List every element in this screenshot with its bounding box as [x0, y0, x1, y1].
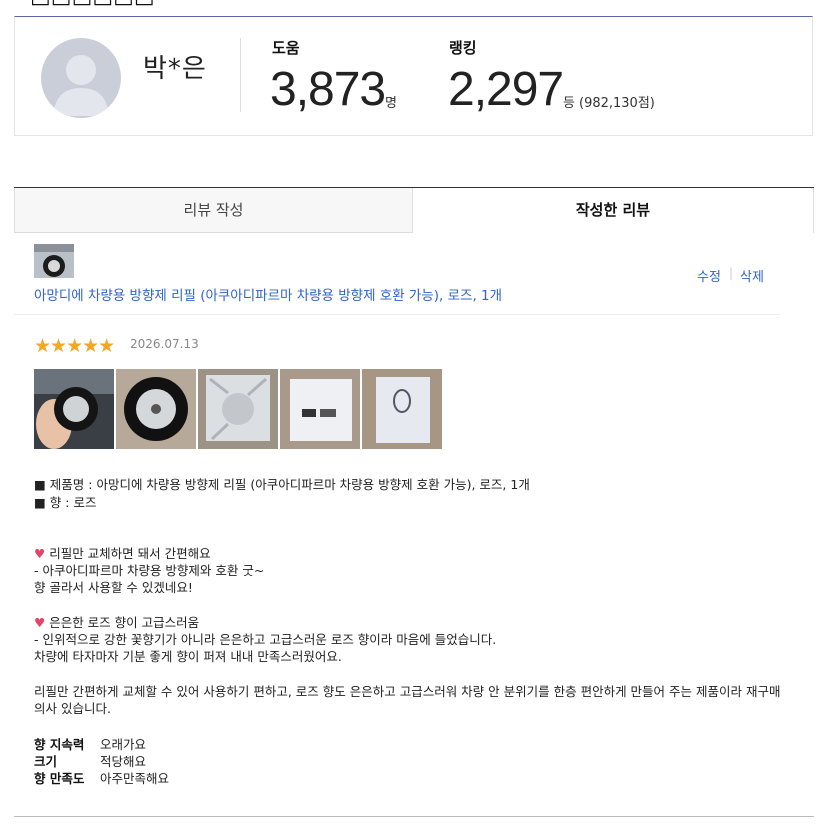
- delete-button[interactable]: 삭제: [740, 266, 764, 285]
- review-photo[interactable]: [116, 369, 196, 449]
- reviewer-name: 박*은: [143, 54, 207, 84]
- rank-unit: 등: [563, 96, 575, 111]
- rank-label: 랭킹: [449, 39, 477, 57]
- review-photo[interactable]: [362, 369, 442, 449]
- review-photo[interactable]: [280, 369, 360, 449]
- attribute-value: 아주만족해요: [100, 771, 170, 786]
- review-photo[interactable]: [34, 369, 114, 449]
- review-text-line: 리필만 간편하게 교체할 수 있어 사용하기 편하고, 로즈 향도 은은하고 고…: [34, 684, 781, 699]
- review-header-divider: [14, 314, 780, 315]
- avatar: [41, 38, 121, 118]
- heart-icon: ♥: [34, 615, 46, 630]
- user-silhouette-icon: [53, 55, 109, 116]
- attribute-key: 향 만족도: [34, 771, 85, 786]
- profile-divider: [240, 38, 241, 112]
- help-unit: 명: [385, 96, 397, 111]
- product-title-link[interactable]: 아망디에 차량용 방향제 리필 (아쿠아디파르마 차량용 방향제 호환 가능),…: [34, 284, 502, 304]
- review-text-line: 차량에 타자마자 기분 좋게 향이 퍼져 내내 만족스러웠어요.: [34, 649, 342, 664]
- tab-write-review[interactable]: 리뷰 작성: [14, 188, 413, 233]
- review-tabs: 리뷰 작성 작성한 리뷰: [14, 187, 814, 234]
- review-text-line: 의사 있습니다.: [34, 701, 111, 716]
- review-text-line: ■ 향 : 로즈: [34, 495, 97, 510]
- tab-written-reviews[interactable]: 작성한 리뷰: [413, 188, 814, 233]
- heart-icon: ♥: [34, 546, 46, 561]
- review-text-line: ■ 제품명 : 아망디에 차량용 방향제 리필 (아쿠아디파르마 차량용 방향제…: [34, 477, 530, 492]
- help-label: 도움: [272, 39, 300, 57]
- page-heading-cut: ▭▭▭▭▭▭: [30, 0, 155, 13]
- help-count: 3,873: [270, 63, 386, 116]
- star-rating-icon: ★★★★★: [34, 335, 115, 357]
- profile-card: [14, 16, 813, 136]
- review-bottom-divider: [14, 816, 814, 817]
- rank-points: (982,130점): [579, 96, 655, 111]
- edit-button[interactable]: 수정: [697, 266, 721, 285]
- review-photo[interactable]: [198, 369, 278, 449]
- review-date: 2026.07.13: [130, 337, 199, 351]
- rank-value: 2,297: [448, 63, 564, 116]
- review-text-line: 향 골라서 사용할 수 있겠네요!: [34, 580, 193, 595]
- product-thumbnail[interactable]: [34, 244, 74, 278]
- action-separator: |: [729, 266, 734, 280]
